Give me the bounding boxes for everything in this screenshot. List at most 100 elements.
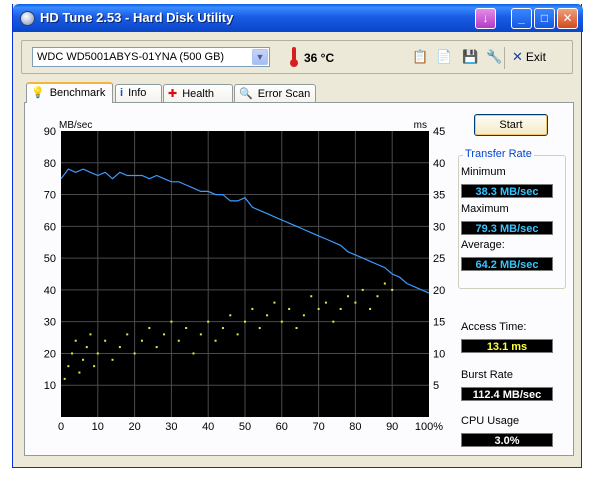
app-icon[interactable] bbox=[20, 11, 35, 26]
access-time-point bbox=[369, 307, 372, 310]
transfer-rate-group: Transfer Rate Minimum 38.3 MB/sec Maximu… bbox=[458, 148, 566, 289]
access-time-point bbox=[391, 288, 394, 291]
access-time-point bbox=[310, 295, 313, 298]
access-time-point bbox=[67, 365, 70, 368]
close-button[interactable]: ✕ bbox=[557, 8, 578, 29]
drive-select[interactable]: WDC WD5001ABYS-01YNA (500 GB) ▼ bbox=[32, 47, 270, 67]
access-time-point bbox=[82, 358, 85, 361]
access-time-point bbox=[199, 333, 202, 336]
y-tick-label-left: 60 bbox=[44, 221, 56, 233]
x-tick-label: 20 bbox=[128, 421, 140, 433]
y-tick-label-left: 40 bbox=[44, 285, 56, 297]
access-time-point bbox=[214, 339, 217, 342]
tab-label: Benchmark bbox=[49, 87, 106, 99]
maximize-button[interactable]: □ bbox=[534, 8, 555, 29]
access-time-point bbox=[104, 339, 107, 342]
access-time-point bbox=[85, 346, 88, 349]
tab-label: Error Scan bbox=[257, 88, 311, 100]
x-tick-label: 90 bbox=[386, 421, 398, 433]
options-icon[interactable]: 🔧 bbox=[486, 49, 502, 65]
access-time-point bbox=[302, 314, 305, 317]
y-tick-label-left: 30 bbox=[44, 317, 56, 329]
access-time-point bbox=[74, 339, 77, 342]
access-time-point bbox=[71, 352, 74, 355]
access-time-point bbox=[111, 358, 114, 361]
benchmark-icon: 💡 bbox=[31, 87, 45, 99]
access-time-value: 13.1 ms bbox=[461, 339, 553, 353]
y-tick-label-left: 80 bbox=[44, 158, 56, 170]
y-tick-label-left: 20 bbox=[44, 348, 56, 360]
access-time-point bbox=[177, 339, 180, 342]
access-time-point bbox=[155, 346, 158, 349]
access-time-point bbox=[251, 307, 254, 310]
burst-rate-label: Burst Rate bbox=[461, 369, 513, 381]
access-time-point bbox=[96, 352, 99, 355]
cpu-usage-value: 3.0% bbox=[461, 433, 553, 447]
average-value: 64.2 MB/sec bbox=[461, 257, 553, 271]
access-time-point bbox=[78, 371, 81, 374]
access-time-point bbox=[354, 301, 357, 304]
hdtune-tray-button[interactable]: ↓ bbox=[475, 8, 496, 29]
x-tick-label: 60 bbox=[276, 421, 288, 433]
toolbar: WDC WD5001ABYS-01YNA (500 GB) ▼ 36 °C 📋 … bbox=[21, 40, 573, 74]
start-button[interactable]: Start bbox=[474, 114, 548, 136]
y-tick-label-left: 10 bbox=[44, 380, 56, 392]
toolbar-separator bbox=[504, 47, 505, 69]
tab-label: Health bbox=[182, 88, 215, 100]
burst-rate-value: 112.4 MB/sec bbox=[461, 387, 553, 401]
y-tick-label-right: 20 bbox=[433, 285, 445, 297]
chevron-down-icon[interactable]: ▼ bbox=[252, 49, 268, 65]
tab-benchmark[interactable]: 💡 Benchmark bbox=[26, 82, 113, 103]
access-time-point bbox=[376, 295, 379, 298]
access-time-point bbox=[93, 365, 96, 368]
access-time-point bbox=[324, 301, 327, 304]
minimum-label: Minimum bbox=[461, 166, 506, 178]
title-bar[interactable]: HD Tune 2.53 - Hard Disk Utility ↓ _ □ ✕ bbox=[13, 4, 583, 32]
access-time-point bbox=[63, 377, 66, 380]
minimize-button[interactable]: _ bbox=[511, 8, 532, 29]
thermometer-icon bbox=[290, 47, 298, 67]
x-tick-label: 0 bbox=[58, 421, 64, 433]
x-tick-label: 30 bbox=[165, 421, 177, 433]
access-time-point bbox=[148, 327, 151, 330]
app-window: HD Tune 2.53 - Hard Disk Utility ↓ _ □ ✕… bbox=[12, 4, 583, 468]
y-axis-label-left: MB/sec bbox=[59, 120, 92, 131]
x-tick-label: 50 bbox=[239, 421, 251, 433]
y-tick-label-left: 70 bbox=[44, 190, 56, 202]
access-time-point bbox=[236, 333, 239, 336]
transfer-rate-title: Transfer Rate bbox=[463, 148, 534, 160]
copy-text-icon[interactable]: 📋 bbox=[412, 49, 428, 65]
access-time-point bbox=[266, 314, 269, 317]
access-time-point bbox=[221, 327, 224, 330]
tab-error-scan[interactable]: 🔍 Error Scan bbox=[234, 84, 316, 102]
exit-label: Exit bbox=[525, 50, 546, 64]
exit-icon: ✕ bbox=[512, 49, 523, 64]
x-tick-label: 100% bbox=[415, 421, 443, 433]
exit-button[interactable]: ✕ Exit bbox=[512, 49, 546, 65]
average-label: Average: bbox=[461, 239, 505, 251]
access-time-point bbox=[361, 288, 364, 291]
copy-image-icon[interactable]: 📄 bbox=[436, 49, 452, 65]
x-tick-label: 40 bbox=[202, 421, 214, 433]
y-tick-label-right: 40 bbox=[433, 158, 445, 170]
y-tick-label-right: 5 bbox=[433, 380, 439, 392]
access-time-point bbox=[383, 282, 386, 285]
health-icon: ✚ bbox=[168, 88, 178, 100]
tab-info[interactable]: i Info bbox=[115, 84, 162, 102]
access-time-point bbox=[273, 301, 276, 304]
access-time-point bbox=[185, 327, 188, 330]
minimum-value: 38.3 MB/sec bbox=[461, 184, 553, 198]
y-tick-label-right: 30 bbox=[433, 221, 445, 233]
access-time-point bbox=[280, 320, 283, 323]
tab-label: Info bbox=[128, 87, 147, 99]
maximum-value: 79.3 MB/sec bbox=[461, 221, 553, 235]
y-tick-label-left: 50 bbox=[44, 253, 56, 265]
access-time-point bbox=[126, 333, 129, 336]
x-tick-label: 70 bbox=[312, 421, 324, 433]
access-time-point bbox=[244, 320, 246, 323]
tab-health[interactable]: ✚ Health bbox=[163, 84, 233, 102]
access-time-point bbox=[170, 320, 173, 323]
save-icon[interactable]: 💾 bbox=[462, 49, 478, 65]
window-title: HD Tune 2.53 - Hard Disk Utility bbox=[40, 10, 234, 25]
benchmark-panel: 0 10 20 30 40 50 60 70 80 90 100% 10 20 30 40 50 60 70 80 9… bbox=[24, 102, 574, 456]
